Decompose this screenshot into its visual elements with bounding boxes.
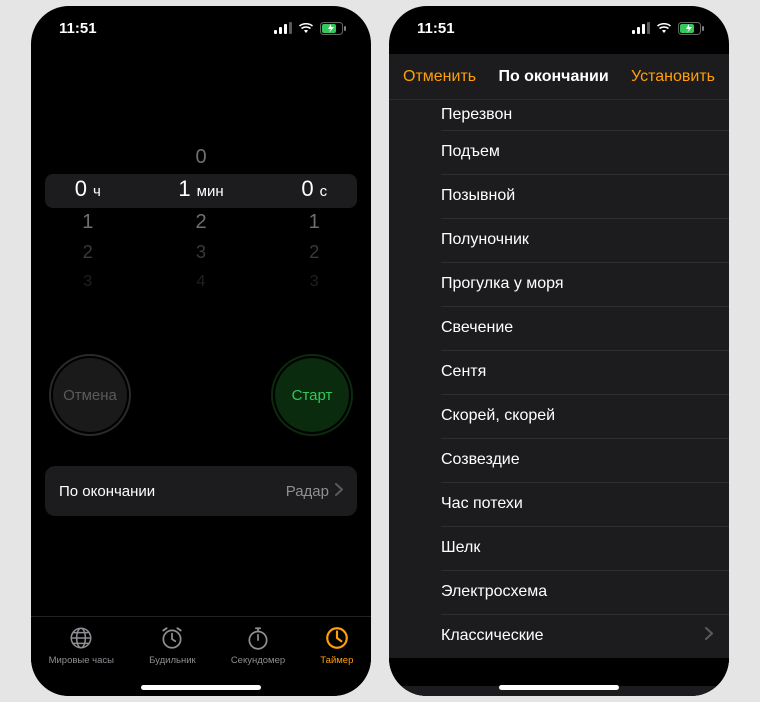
cellular-icon xyxy=(274,22,292,34)
home-indicator[interactable] xyxy=(499,685,619,690)
sheet-set[interactable]: Установить xyxy=(631,68,715,86)
home-indicator[interactable] xyxy=(141,685,261,690)
tab-alarm[interactable]: Будильник xyxy=(149,625,196,666)
stopwatch-icon xyxy=(245,625,271,651)
chevron-right-icon xyxy=(705,627,713,645)
tab-stopwatch[interactable]: Секундомер xyxy=(231,625,285,666)
picker-minutes[interactable]: 0 1мин 2 3 4 xyxy=(144,140,257,300)
status-bar: 11:51 xyxy=(31,6,371,50)
sound-option[interactable]: Сентя xyxy=(389,350,729,394)
cellular-icon xyxy=(632,22,650,34)
alarm-icon xyxy=(159,625,185,651)
status-icons xyxy=(632,22,705,35)
sound-option[interactable]: Полуночник xyxy=(389,218,729,262)
battery-icon xyxy=(320,22,347,35)
battery-icon xyxy=(678,22,705,35)
globe-icon xyxy=(68,625,94,651)
sound-option[interactable]: Прогулка у моря xyxy=(389,262,729,306)
sound-option[interactable]: Час потехи xyxy=(389,482,729,526)
picker-hours[interactable]: 0ч 1 2 3 xyxy=(31,140,144,300)
wifi-icon xyxy=(656,22,672,34)
timer-icon xyxy=(324,625,350,651)
sound-option[interactable]: Созвездие xyxy=(389,438,729,482)
cancel-button[interactable]: Отмена xyxy=(53,358,127,432)
sheet-cancel[interactable]: Отменить xyxy=(403,68,476,86)
when-ends-value: Радар xyxy=(286,483,329,500)
phone-sound-picker: 11:51 Отменить По окончании Установить П… xyxy=(389,6,729,696)
duration-picker[interactable]: 0ч 1 2 3 0 1мин 2 3 4 0с 1 2 3 xyxy=(31,140,371,300)
status-time: 11:51 xyxy=(59,20,97,37)
phone-timer: 11:51 0ч 1 2 3 0 1мин 2 xyxy=(31,6,371,696)
when-timer-ends-row[interactable]: По окончании Радар xyxy=(45,466,357,516)
status-time: 11:51 xyxy=(417,20,455,37)
wifi-icon xyxy=(298,22,314,34)
tab-timer[interactable]: Таймер xyxy=(320,625,353,666)
sound-option[interactable]: Скорей, скорей xyxy=(389,394,729,438)
sound-option[interactable]: Подъем xyxy=(389,130,729,174)
tab-bar: Мировые часы Будильник Секундомер Таймер xyxy=(31,616,371,696)
status-bar: 11:51 xyxy=(389,6,729,50)
sound-classic-row[interactable]: Классические xyxy=(389,614,729,658)
sound-list: ПерезвонПодъемПозывнойПолуночникПрогулка… xyxy=(389,100,729,658)
start-button[interactable]: Старт xyxy=(275,358,349,432)
sound-option[interactable]: Перезвон xyxy=(389,100,729,130)
sound-option[interactable]: Свечение xyxy=(389,306,729,350)
when-ends-label: По окончании xyxy=(59,483,155,500)
sheet-header: Отменить По окончании Установить xyxy=(389,54,729,100)
sound-option[interactable]: Шелк xyxy=(389,526,729,570)
tab-world-clock[interactable]: Мировые часы xyxy=(49,625,114,666)
picker-seconds[interactable]: 0с 1 2 3 xyxy=(258,140,371,300)
sheet-title: По окончании xyxy=(498,68,608,86)
chevron-right-icon xyxy=(335,483,343,500)
sound-option[interactable]: Позывной xyxy=(389,174,729,218)
sound-option[interactable]: Электросхема xyxy=(389,570,729,614)
status-icons xyxy=(274,22,347,35)
